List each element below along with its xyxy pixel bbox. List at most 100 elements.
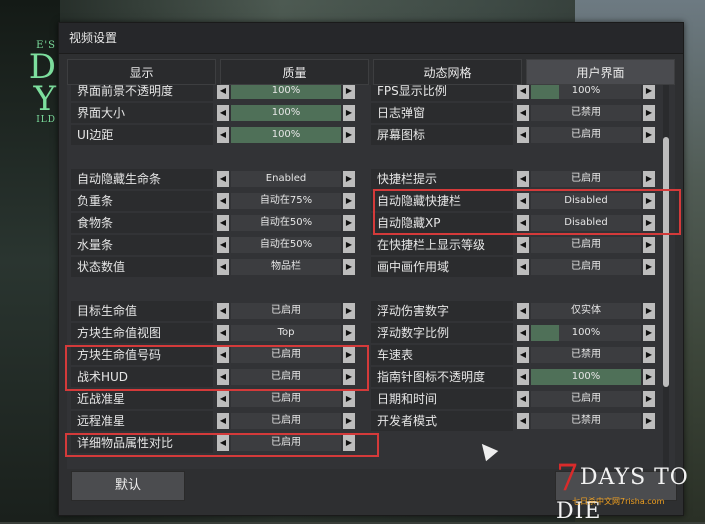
arrow-left-icon[interactable]: ◀	[217, 237, 229, 253]
arrow-right-icon[interactable]: ▶	[643, 85, 655, 99]
setting-label: UI边距	[71, 125, 213, 145]
arrow-left-icon[interactable]: ◀	[517, 105, 529, 121]
arrow-right-icon[interactable]: ▶	[643, 127, 655, 143]
setting-value[interactable]: 仅实体	[531, 303, 641, 319]
arrow-right-icon[interactable]: ▶	[343, 413, 355, 429]
arrow-left-icon[interactable]: ◀	[517, 325, 529, 341]
arrow-right-icon[interactable]: ▶	[643, 105, 655, 121]
setting-label: 画中画作用域	[371, 257, 513, 277]
arrow-right-icon[interactable]: ▶	[343, 391, 355, 407]
arrow-right-icon[interactable]: ▶	[343, 171, 355, 187]
video-settings-window: 视频设置 显示 质量 动态网格 用户界面 界面前景不透明度 ◀ 100% ▶ 界面大小 ◀…	[58, 22, 684, 516]
setting-label: 目标生命值	[71, 301, 213, 321]
arrow-right-icon[interactable]: ▶	[643, 369, 655, 385]
setting-value[interactable]: 100%	[231, 105, 341, 121]
setting-value[interactable]: 已启用	[531, 171, 641, 187]
arrow-right-icon[interactable]: ▶	[343, 237, 355, 253]
arrow-right-icon[interactable]: ▶	[343, 193, 355, 209]
arrow-left-icon[interactable]: ◀	[517, 391, 529, 407]
tab-user-interface[interactable]: 用户界面	[526, 59, 675, 85]
setting-value[interactable]: 已启用	[231, 303, 341, 319]
arrow-right-icon[interactable]: ▶	[643, 237, 655, 253]
setting-value[interactable]: 自动在50%	[231, 215, 341, 231]
arrow-left-icon[interactable]: ◀	[517, 127, 529, 143]
default-button[interactable]: 默认	[71, 471, 185, 501]
arrow-left-icon[interactable]: ◀	[217, 127, 229, 143]
arrow-left-icon[interactable]: ◀	[217, 193, 229, 209]
tab-quality[interactable]: 质量	[220, 59, 369, 85]
setting-value[interactable]: 已禁用	[531, 347, 641, 363]
setting-value[interactable]: 已启用	[531, 259, 641, 275]
setting-value[interactable]: 已禁用	[531, 413, 641, 429]
arrow-right-icon[interactable]: ▶	[343, 325, 355, 341]
setting-label: 指南针图标不透明度	[371, 367, 513, 387]
logo-line-2: D Y	[28, 47, 56, 119]
setting-value-text: 已启用	[571, 393, 601, 404]
setting-value[interactable]: 自动在75%	[231, 193, 341, 209]
arrow-left-icon[interactable]: ◀	[517, 369, 529, 385]
tab-dynamic-mesh[interactable]: 动态网格	[373, 59, 522, 85]
setting-value[interactable]: 已禁用	[531, 105, 641, 121]
arrow-right-icon[interactable]: ▶	[643, 413, 655, 429]
arrow-left-icon[interactable]: ◀	[517, 237, 529, 253]
setting-row: 自动隐藏生命条 ◀ Enabled ▶	[67, 169, 357, 189]
arrow-left-icon[interactable]: ◀	[217, 303, 229, 319]
setting-value[interactable]: 已启用	[231, 413, 341, 429]
arrow-right-icon[interactable]: ▶	[343, 85, 355, 99]
arrow-right-icon[interactable]: ▶	[643, 347, 655, 363]
arrow-right-icon[interactable]: ▶	[343, 127, 355, 143]
setting-value[interactable]: 100%	[531, 325, 641, 341]
arrow-left-icon[interactable]: ◀	[517, 259, 529, 275]
arrow-left-icon[interactable]: ◀	[217, 85, 229, 99]
arrow-left-icon[interactable]: ◀	[217, 215, 229, 231]
setting-value[interactable]: 100%	[531, 85, 641, 99]
arrow-left-icon[interactable]: ◀	[217, 413, 229, 429]
setting-value[interactable]: 已启用	[531, 237, 641, 253]
setting-label: 远程准星	[71, 411, 213, 431]
setting-value[interactable]: 100%	[531, 369, 641, 385]
setting-value[interactable]: 100%	[231, 85, 341, 99]
setting-value-text: Disabled	[564, 195, 608, 206]
setting-value[interactable]: 已启用	[531, 127, 641, 143]
setting-value[interactable]: 物品栏	[231, 259, 341, 275]
arrow-right-icon[interactable]: ▶	[343, 105, 355, 121]
arrow-left-icon[interactable]: ◀	[517, 303, 529, 319]
watermark-subtitle: 七日杀中文网7risha.com	[572, 497, 665, 506]
setting-value[interactable]: Top	[231, 325, 341, 341]
setting-label: 食物条	[71, 213, 213, 233]
arrow-right-icon[interactable]: ▶	[643, 303, 655, 319]
arrow-right-icon[interactable]: ▶	[643, 259, 655, 275]
arrow-left-icon[interactable]: ◀	[517, 85, 529, 99]
arrow-left-icon[interactable]: ◀	[217, 325, 229, 341]
setting-row: 车速表 ◀ 已禁用 ▶	[367, 345, 657, 365]
arrow-right-icon[interactable]: ▶	[343, 303, 355, 319]
arrow-left-icon[interactable]: ◀	[217, 391, 229, 407]
highlight-box-block-health	[65, 345, 369, 391]
arrow-left-icon[interactable]: ◀	[517, 171, 529, 187]
arrow-right-icon[interactable]: ▶	[343, 259, 355, 275]
setting-value[interactable]: 自动在50%	[231, 237, 341, 253]
arrow-right-icon[interactable]: ▶	[343, 215, 355, 231]
arrow-left-icon[interactable]: ◀	[217, 171, 229, 187]
setting-value-text: 已启用	[571, 261, 601, 272]
tab-display[interactable]: 显示	[67, 59, 216, 85]
setting-value[interactable]: 已启用	[531, 391, 641, 407]
slider-fill	[531, 325, 559, 341]
arrow-left-icon[interactable]: ◀	[217, 259, 229, 275]
watermark-seven: 7	[556, 458, 580, 499]
setting-value[interactable]: 已启用	[231, 391, 341, 407]
highlight-box-hotbar	[373, 189, 681, 235]
arrow-right-icon[interactable]: ▶	[643, 391, 655, 407]
setting-value[interactable]: 100%	[231, 127, 341, 143]
arrow-left-icon[interactable]: ◀	[217, 105, 229, 121]
setting-label: 在快捷栏上显示等级	[371, 235, 513, 255]
setting-row: 界面大小 ◀ 100% ▶	[67, 103, 357, 123]
scrollbar-thumb[interactable]	[663, 137, 669, 387]
arrow-right-icon[interactable]: ▶	[643, 171, 655, 187]
setting-row: 方块生命值视图 ◀ Top ▶	[67, 323, 357, 343]
arrow-right-icon[interactable]: ▶	[643, 325, 655, 341]
setting-value[interactable]: Enabled	[231, 171, 341, 187]
arrow-left-icon[interactable]: ◀	[517, 413, 529, 429]
settings-scrollbar[interactable]	[663, 85, 669, 469]
arrow-left-icon[interactable]: ◀	[517, 347, 529, 363]
